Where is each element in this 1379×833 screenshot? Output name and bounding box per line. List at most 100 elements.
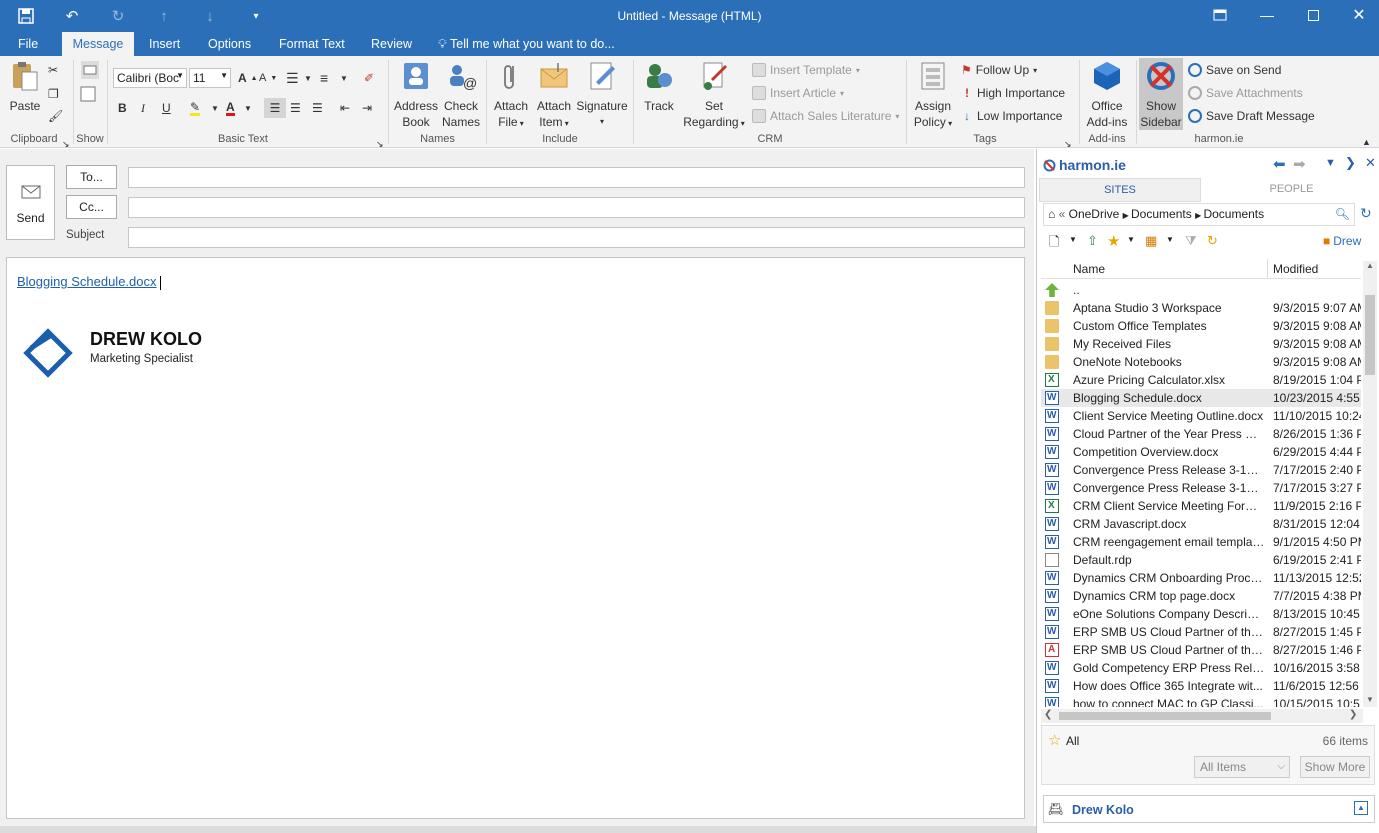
- chevron-down-icon[interactable]: ▼: [1166, 235, 1174, 244]
- breadcrumb-item[interactable]: Documents: [1203, 207, 1264, 221]
- chevron-down-icon[interactable]: ▼: [340, 68, 348, 88]
- list-item[interactable]: Convergence Press Release 3-18-1... 7/17/…: [1041, 479, 1361, 497]
- save-draft-message-button[interactable]: Save Draft Message: [1188, 106, 1315, 126]
- chevron-down-icon[interactable]: ▼: [211, 98, 219, 118]
- align-center-icon[interactable]: ☰: [290, 98, 301, 118]
- list-item[interactable]: Blogging Schedule.docx 10/23/2015 4:55 PM: [1041, 389, 1361, 407]
- search-icon[interactable]: 🔍︎: [1335, 204, 1350, 225]
- highlight-icon[interactable]: ✎: [190, 98, 201, 118]
- page-icon[interactable]: [80, 84, 96, 104]
- font-size-select[interactable]: 11 ▼: [189, 68, 231, 88]
- list-item[interactable]: Custom Office Templates 9/3/2015 9:08 AM: [1041, 317, 1361, 335]
- shrink-font-icon[interactable]: A ▼: [259, 68, 277, 88]
- cc-button[interactable]: Cc...: [66, 195, 117, 219]
- chevron-down-icon[interactable]: ▼: [304, 68, 312, 88]
- list-item[interactable]: Azure Pricing Calculator.xlsx 8/19/2015 1…: [1041, 371, 1361, 389]
- breadcrumb-item[interactable]: Documents: [1131, 207, 1192, 221]
- list-item[interactable]: CRM Javascript.docx 8/31/2015 12:04 PM: [1041, 515, 1361, 533]
- attach-sales-literature-button[interactable]: Attach Sales Literature ▾: [752, 106, 899, 126]
- chevron-right-icon[interactable]: ❯: [1345, 155, 1356, 171]
- chevron-down-icon[interactable]: ▼: [1127, 235, 1135, 244]
- subject-field[interactable]: [128, 227, 1025, 248]
- format-painter-icon[interactable]: 🖌︎: [48, 106, 63, 126]
- address-book-button[interactable]: Address Book: [394, 60, 438, 130]
- to-button[interactable]: To...: [66, 165, 117, 189]
- filter-all-label[interactable]: All: [1066, 734, 1079, 748]
- italic-icon[interactable]: I: [141, 98, 145, 118]
- list-item[interactable]: OneNote Notebooks 9/3/2015 9:08 AM: [1041, 353, 1361, 371]
- paste-button[interactable]: Paste: [6, 60, 44, 114]
- list-item[interactable]: ERP SMB US Cloud Partner of the ... 8/27/…: [1041, 623, 1361, 641]
- show-more-button[interactable]: Show More: [1300, 756, 1370, 778]
- bullets-icon[interactable]: ☰: [286, 68, 299, 88]
- send-button[interactable]: Send: [6, 165, 55, 240]
- tab-message[interactable]: Message: [62, 32, 134, 56]
- star-icon[interactable]: ★: [1107, 232, 1120, 250]
- align-right-icon[interactable]: ☰: [312, 98, 323, 118]
- copy-icon[interactable]: ❐: [48, 84, 59, 104]
- star-outline-icon[interactable]: ☆: [1048, 731, 1061, 749]
- list-item[interactable]: Cloud Partner of the Year Press Rel... 8/…: [1041, 425, 1361, 443]
- list-item[interactable]: ..: [1041, 281, 1361, 299]
- columns-icon[interactable]: ▦: [1145, 233, 1157, 249]
- breadcrumb-item[interactable]: OneDrive: [1069, 207, 1120, 221]
- decrease-indent-icon[interactable]: ⇤: [340, 98, 350, 118]
- list-item[interactable]: Aptana Studio 3 Workspace 9/3/2015 9:07 A…: [1041, 299, 1361, 317]
- insert-article-button[interactable]: Insert Article ▾: [752, 83, 844, 103]
- back-arrow-icon[interactable]: ⬅: [1273, 155, 1286, 173]
- scroll-up-icon[interactable]: ▲: [1366, 261, 1374, 270]
- upload-icon[interactable]: ⇧: [1087, 233, 1098, 249]
- scrollbar-thumb[interactable]: [1059, 712, 1271, 720]
- list-item[interactable]: how to connect MAC to GP Classi... 10/15/…: [1041, 695, 1361, 707]
- tell-me-search[interactable]: 💡︎ Tell me what you want to do...: [428, 32, 625, 56]
- tab-people[interactable]: PEOPLE: [1203, 178, 1379, 202]
- high-importance-button[interactable]: ! High Importance: [961, 83, 1065, 103]
- list-item[interactable]: CRM Client Service Meeting Form... 11/9/2…: [1041, 497, 1361, 515]
- list-item[interactable]: Competition Overview.docx 6/29/2015 4:44 …: [1041, 443, 1361, 461]
- filter-icon[interactable]: ⧩: [1185, 233, 1197, 249]
- low-importance-button[interactable]: ↓ Low Importance: [961, 106, 1062, 126]
- scroll-right-icon[interactable]: ❯: [1349, 709, 1357, 720]
- list-item[interactable]: ERP SMB US Cloud Partner of the ... 8/27/…: [1041, 641, 1361, 659]
- list-item[interactable]: Default.rdp 6/19/2015 2:41 PM: [1041, 551, 1361, 569]
- follow-up-button[interactable]: ⚑ Follow Up ▾: [961, 60, 1037, 80]
- set-regarding-button[interactable]: Set Regarding ▾: [681, 60, 747, 132]
- list-item[interactable]: How does Office 365 Integrate wit... 11/6…: [1041, 677, 1361, 695]
- view-select[interactable]: All Items ⌵: [1194, 756, 1290, 778]
- scroll-down-icon[interactable]: ▼: [1366, 695, 1374, 704]
- chevron-down-icon[interactable]: ▼: [244, 98, 252, 118]
- sync-folder-icon[interactable]: ↻: [1207, 233, 1218, 249]
- list-item[interactable]: Client Service Meeting Outline.docx 11/10…: [1041, 407, 1361, 425]
- clear-formatting-icon[interactable]: ✐: [364, 68, 374, 88]
- forward-arrow-icon[interactable]: ➡: [1293, 155, 1306, 173]
- new-document-icon[interactable]: 🗋︎: [1049, 233, 1059, 255]
- list-item[interactable]: Gold Competency ERP Press Relea... 10/16/…: [1041, 659, 1361, 677]
- column-name[interactable]: Name: [1073, 262, 1105, 276]
- show-sidebar-button[interactable]: Show Sidebar: [1139, 58, 1183, 130]
- tab-insert[interactable]: Insert: [139, 32, 190, 56]
- cc-field[interactable]: [128, 197, 1025, 218]
- horizontal-scrollbar[interactable]: ❮ ❯: [1041, 709, 1363, 723]
- font-name-select[interactable]: Calibri (Boc ▼: [113, 68, 187, 88]
- scroll-left-icon[interactable]: ❮: [1044, 709, 1052, 720]
- ribbon-display-icon[interactable]: [1205, 4, 1235, 26]
- user-menu[interactable]: ■ Drew: [1323, 234, 1361, 248]
- save-attachments-button[interactable]: Save Attachments: [1188, 83, 1303, 103]
- vertical-scrollbar[interactable]: ▲ ▼: [1363, 261, 1377, 707]
- increase-indent-icon[interactable]: ⇥: [362, 98, 372, 118]
- chevron-down-icon[interactable]: ▼: [1069, 235, 1077, 244]
- maximize-icon[interactable]: [1298, 4, 1328, 26]
- signature-button[interactable]: Signature ▾: [576, 60, 628, 130]
- grow-font-icon[interactable]: A ▲: [238, 68, 258, 88]
- close-icon[interactable]: ✕: [1344, 4, 1374, 26]
- track-button[interactable]: Track: [640, 60, 678, 114]
- scrollbar-thumb[interactable]: [1365, 295, 1375, 375]
- office-addins-button[interactable]: Office Add-ins: [1084, 60, 1130, 130]
- attachment-link[interactable]: Blogging Schedule.docx: [17, 274, 157, 289]
- bold-icon[interactable]: B: [118, 98, 127, 118]
- list-item[interactable]: Dynamics CRM Onboarding Proce... 11/13/20…: [1041, 569, 1361, 587]
- tab-options[interactable]: Options: [198, 32, 261, 56]
- contact-card[interactable]: 📇︎ Drew Kolo ▲: [1043, 795, 1375, 823]
- tab-sites[interactable]: SITES: [1039, 178, 1201, 202]
- font-color-icon[interactable]: A: [226, 98, 235, 118]
